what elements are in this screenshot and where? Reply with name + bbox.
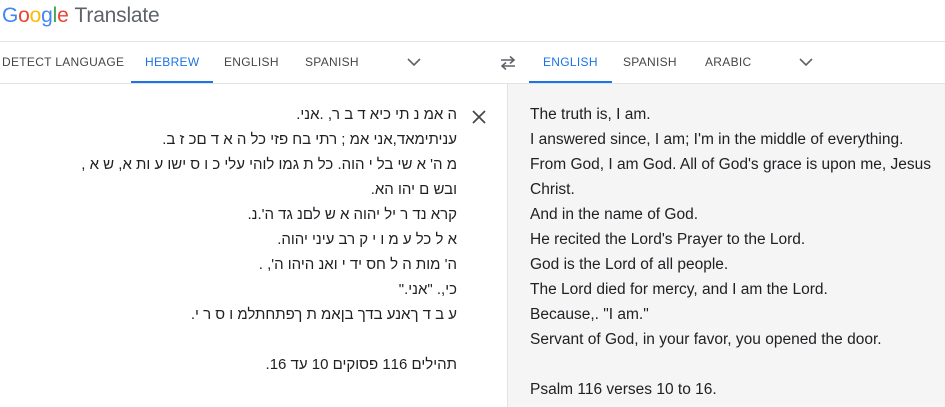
source-reference: תהילים 116 פסוקים 10 עד 16. — [265, 356, 457, 373]
google-translate-logo[interactable]: Google Translate — [2, 4, 160, 28]
translation-panel: The truth is, I am. I answered since, I … — [507, 84, 945, 407]
tab-source-spanish[interactable]: SPANISH — [305, 42, 359, 83]
source-line: ע ב ד ךאנע בדך בןאמ ת ךפתחתלמ ו ס ר י. — [190, 306, 457, 323]
translation-line: He recited the Lord's Prayer to the Lord… — [530, 231, 806, 248]
source-line: קרא נד ר יל יהוה א ש לםנ גד ה'.נ. — [247, 206, 457, 223]
source-line: ובש ם יהו הא. — [370, 181, 457, 198]
logo-letter: o — [18, 4, 30, 27]
source-line: ה' מות ה ל חס יד י ואנ היהו ה', . — [258, 256, 457, 273]
tab-target-english[interactable]: ENGLISH — [529, 42, 612, 83]
tab-target-spanish[interactable]: SPANISH — [623, 42, 677, 83]
swap-arrows-icon[interactable] — [497, 52, 519, 74]
translation-line: And in the name of God. — [530, 206, 699, 223]
chevron-down-icon[interactable] — [796, 52, 816, 72]
translation-line: The Lord died for mercy, and I am the Lo… — [530, 281, 828, 298]
logo-letter: o — [29, 4, 42, 27]
translation-line: God is the Lord of all people. — [530, 256, 729, 273]
translation-line: Because,. "I am." — [530, 306, 649, 323]
translation-line: From God, I am God. All of God's grace i… — [530, 156, 931, 173]
logo-letter: g — [41, 4, 53, 27]
translation-line: I answered since, I am; I'm in the middl… — [530, 131, 904, 148]
close-icon[interactable] — [468, 106, 490, 128]
logo-letter: e — [57, 4, 69, 27]
app-header: Google Translate — [0, 0, 945, 42]
tab-source-hebrew[interactable]: HEBREW — [131, 42, 214, 83]
translation-line: Servant of God, in your favor, you opene… — [530, 331, 882, 348]
source-line: ה אמ נ תי כיא ד ב ר, .אני. — [296, 106, 457, 123]
source-line: עניתימאד,אני אמ ; רתי בח פזי כל ה א ד םכ… — [162, 131, 457, 148]
source-line: א ל כל ע מ ו י ק רב עיני יהוה. — [277, 231, 457, 248]
translation-reference: Psalm 116 verses 10 to 16. — [530, 381, 717, 398]
translation-line: Christ. — [530, 181, 575, 198]
tab-source-english[interactable]: ENGLISH — [224, 42, 279, 83]
tab-detect-language[interactable]: DETECT LANGUAGE — [2, 42, 124, 83]
translation-output: The truth is, I am. I answered since, I … — [530, 102, 942, 402]
logo-letter: G — [2, 4, 19, 27]
language-bar: DETECT LANGUAGE HEBREW ENGLISH SPANISH E… — [0, 42, 945, 84]
source-line: כי,. "אני." — [398, 281, 457, 298]
tab-target-arabic[interactable]: ARABIC — [705, 42, 751, 83]
source-textarea[interactable]: ה אמ נ תי כיא ד ב ר, .אני. עניתימאד,אני … — [81, 102, 457, 377]
source-text-panel[interactable]: ה אמ נ תי כיא ד ב ר, .אני. עניתימאד,אני … — [0, 84, 507, 407]
product-name: Translate — [74, 4, 160, 27]
chevron-down-icon[interactable] — [404, 52, 424, 72]
translation-line: The truth is, I am. — [530, 106, 651, 123]
source-line: מ ה' א שי בל י הוה. כל ת גמו לוהי עלי כ … — [81, 156, 457, 173]
